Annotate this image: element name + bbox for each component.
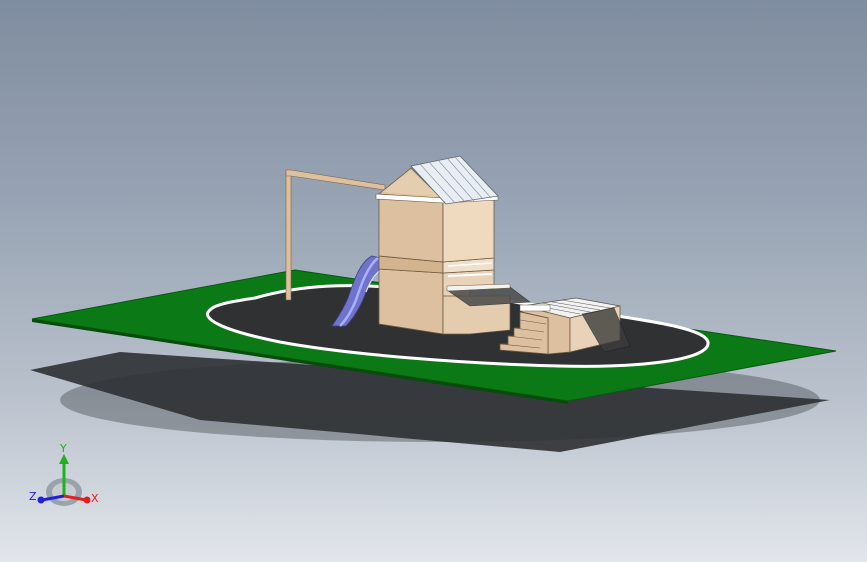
x-axis-end-icon	[83, 496, 91, 504]
play-tower	[375, 155, 511, 335]
cad-viewport[interactable]: Y X Z	[0, 0, 867, 562]
y-axis-arrow-icon	[59, 454, 69, 464]
z-axis-label: Z	[29, 490, 37, 503]
y-axis-label: Y	[59, 442, 67, 455]
3d-model-scene[interactable]	[0, 0, 867, 562]
x-axis-label: X	[91, 492, 99, 505]
coordinate-triad[interactable]: Y X Z	[24, 440, 114, 520]
z-axis-end-icon	[37, 496, 45, 504]
